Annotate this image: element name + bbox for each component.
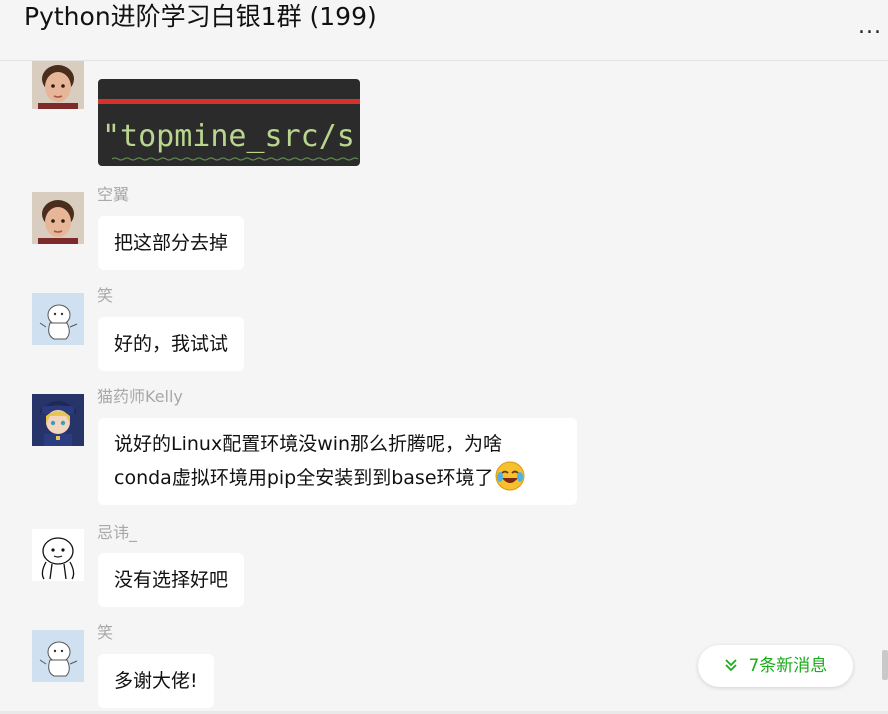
sender-name[interactable]: 笑 (97, 286, 113, 306)
doodle-face-avatar (32, 529, 84, 581)
message-text-line: 说好的Linux配置环境没win那么折腾呢，为啥 (114, 433, 503, 455)
anime-girl-avatar (32, 394, 84, 446)
boy-photo-avatar (32, 61, 84, 109)
message-list[interactable]: "topmine_src/s 空翼 把这部分去掉 笑 好的，我试试 猫药师Kel… (0, 61, 888, 714)
laughing-crying-emoji (495, 461, 525, 491)
image-code-text: "topmine_src/s (102, 119, 355, 154)
avatar[interactable] (32, 61, 84, 109)
more-options-icon[interactable]: ... (855, 12, 885, 42)
sender-name[interactable]: 笑 (97, 623, 113, 643)
chat-header: Python进阶学习白银1群 (199) ... (0, 0, 888, 61)
double-chevron-down-icon (724, 657, 743, 675)
avatar[interactable] (32, 293, 84, 345)
boy-photo-avatar (32, 192, 84, 244)
message-bubble[interactable]: 说好的Linux配置环境没win那么折腾呢，为啥 conda虚拟环境用pip全安… (98, 418, 577, 505)
message-bubble[interactable]: 把这部分去掉 (98, 216, 245, 270)
message-text: 没有选择好吧 (114, 569, 229, 591)
message-text: 好的，我试试 (114, 333, 229, 355)
image-red-line (98, 99, 360, 104)
avatar[interactable] (32, 192, 84, 244)
avatar[interactable] (32, 394, 84, 446)
sketch-character-avatar (32, 630, 84, 682)
message-text-line: conda虚拟环境用pip全安装到到base环境了 (114, 467, 494, 489)
avatar[interactable] (32, 630, 84, 682)
message-bubble[interactable]: 好的，我试试 (98, 317, 245, 371)
message-bubble[interactable]: 多谢大佬! (98, 654, 214, 708)
message-bubble[interactable]: 没有选择好吧 (98, 553, 245, 607)
sender-name[interactable]: 空翼 (97, 185, 129, 205)
sender-name[interactable]: 猫药师Kelly (97, 387, 183, 407)
message-text-line-wrapper: conda虚拟环境用pip全安装到到base环境了 (114, 460, 561, 494)
message-text: 把这部分去掉 (114, 232, 229, 254)
chat-title: Python进阶学习白银1群 (199) (24, 2, 377, 31)
message-text: 多谢大佬! (114, 670, 198, 692)
sketch-character-avatar (32, 293, 84, 345)
scrollbar-thumb[interactable] (882, 650, 888, 680)
new-messages-button[interactable]: 7条新消息 (698, 645, 853, 687)
sender-name[interactable]: 忌讳_ (97, 523, 137, 543)
shared-image[interactable]: "topmine_src/s (98, 79, 360, 166)
new-messages-label: 7条新消息 (748, 656, 828, 676)
image-squiggle (112, 157, 359, 161)
avatar[interactable] (32, 529, 84, 581)
